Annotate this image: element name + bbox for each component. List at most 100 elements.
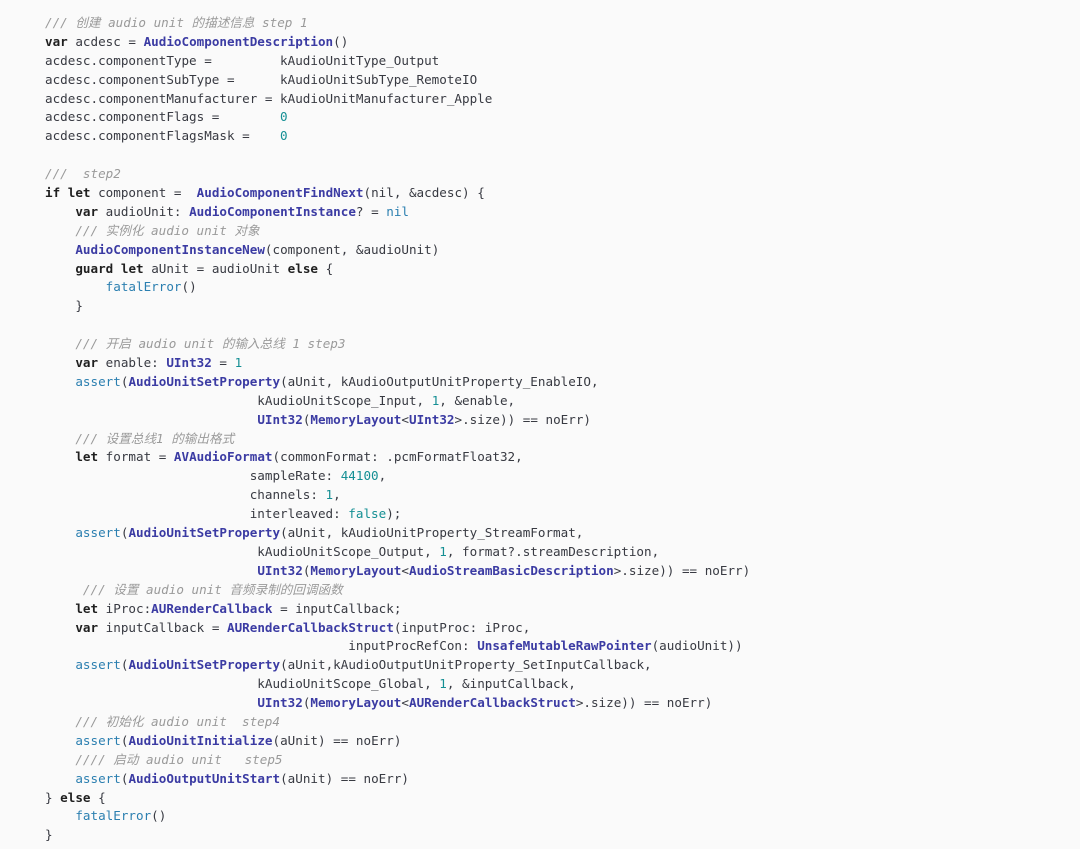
code-token-kw: if <box>45 185 61 201</box>
code-line: /// 创建 audio unit 的描述信息 step 1 <box>45 14 1080 33</box>
code-line: kAudioUnitScope_Input, 1, &enable, <box>45 392 1080 411</box>
code-line: /// 实例化 audio unit 对象 <box>45 222 1080 241</box>
code-token-comment: /// 初始化 audio unit step4 <box>75 713 280 729</box>
code-line: } <box>45 297 1080 316</box>
code-lines: /// 创建 audio unit 的描述信息 step 1 var acdesc… <box>45 14 1080 845</box>
code-token-type: AudioUnitSetProperty <box>128 373 281 389</box>
code-line: UInt32(MemoryLayout<AudioStreamBasicDesc… <box>45 562 1080 581</box>
code-token-plain: } <box>45 827 53 843</box>
code-token-plain: } <box>45 789 61 805</box>
code-token-plain: ); <box>386 506 402 522</box>
code-line: /// 初始化 audio unit step4 <box>45 713 1080 732</box>
code-line: assert(AudioUnitSetProperty(aUnit, kAudi… <box>45 524 1080 543</box>
code-line: acdesc.componentSubType = kAudioUnitSubT… <box>45 71 1080 90</box>
code-line: channels: 1, <box>45 486 1080 505</box>
code-token-type: UInt32 <box>166 355 212 371</box>
code-token-plain: format = <box>98 449 174 465</box>
code-token-plain: = <box>211 355 235 371</box>
code-token-plain: ? = <box>355 203 387 219</box>
code-line: acdesc.componentType = kAudioUnitType_Ou… <box>45 52 1080 71</box>
code-token-plain: acdesc.componentType = kAudioUnitType_Ou… <box>45 52 440 68</box>
code-token-kw: let <box>75 600 99 616</box>
code-token-plain: acdesc.componentManufacturer = kAudioUni… <box>45 90 493 106</box>
code-token-plain: , <box>378 468 387 484</box>
code-token-plain: } <box>45 298 83 314</box>
code-line: kAudioUnitScope_Output, 1, format?.strea… <box>45 543 1080 562</box>
code-token-plain: = inputCallback; <box>272 600 402 616</box>
code-token-plain: component = <box>90 185 197 201</box>
code-token-plain: { <box>318 260 334 276</box>
code-token-type: AURenderCallbackStruct <box>227 619 394 635</box>
code-token-plain: aUnit = audioUnit <box>143 260 288 276</box>
code-line: assert(AudioOutputUnitStart(aUnit) == no… <box>45 770 1080 789</box>
code-token-call: fatalError <box>75 808 152 824</box>
code-line: //// 启动 audio unit step5 <box>45 751 1080 770</box>
code-line: let format = AVAudioFormat(commonFormat:… <box>45 448 1080 467</box>
code-token-comment: /// 设置 audio unit 音频录制的回调函数 <box>82 581 343 597</box>
code-line: var acdesc = AudioComponentDescription() <box>45 33 1080 52</box>
code-token-kw: let <box>75 449 99 465</box>
code-token-type: AudioComponentFindNext <box>196 185 364 201</box>
code-token-plain: >.size)) == noErr) <box>575 695 713 711</box>
code-token-call: assert <box>75 525 121 541</box>
code-token-kw: var <box>75 355 99 371</box>
code-token-num: 1 <box>325 487 334 503</box>
code-token-num: false <box>348 506 387 522</box>
code-token-type: UnsafeMutableRawPointer <box>477 638 652 654</box>
code-line: var enable: UInt32 = 1 <box>45 354 1080 373</box>
code-token-plain: < <box>401 411 409 427</box>
code-token-call: assert <box>75 657 121 673</box>
code-token-comment: /// step2 <box>45 166 121 182</box>
code-token-type: AudioUnitInitialize <box>128 732 273 748</box>
code-token-plain: acdesc.componentSubType = kAudioUnitSubT… <box>45 71 478 87</box>
code-token-plain: acdesc = <box>67 33 144 49</box>
code-token-plain: () <box>181 279 197 295</box>
code-token-type: UInt32 <box>257 411 303 427</box>
code-line: fatalError() <box>45 807 1080 826</box>
code-token-comment: /// 创建 audio unit 的描述信息 step 1 <box>45 15 308 30</box>
code-token-plain: acdesc.componentFlagsMask = <box>45 128 281 144</box>
code-line: guard let aUnit = audioUnit else { <box>45 260 1080 279</box>
code-token-plain: (aUnit) == noErr) <box>280 770 409 786</box>
code-token-num: 44100 <box>340 468 379 484</box>
code-line: UInt32(MemoryLayout<AURenderCallbackStru… <box>45 694 1080 713</box>
code-token-type: UInt32 <box>257 562 303 578</box>
code-line: UInt32(MemoryLayout<UInt32>.size)) == no… <box>45 411 1080 430</box>
code-token-kw: var <box>45 33 68 49</box>
code-token-plain: , &inputCallback, <box>446 676 576 692</box>
code-token-call: nil <box>386 203 409 219</box>
code-token-type: UInt32 <box>257 695 303 711</box>
code-token-plain: iProc: <box>98 600 152 616</box>
code-token-plain: < <box>401 695 409 711</box>
code-token-type: MemoryLayout <box>310 695 402 711</box>
code-token-type: AudioUnitSetProperty <box>128 657 281 673</box>
code-token-type: AVAudioFormat <box>173 449 273 465</box>
code-line: interleaved: false); <box>45 505 1080 524</box>
code-token-type: MemoryLayout <box>310 411 402 427</box>
code-token-plain: (aUnit, kAudioUnitProperty_StreamFormat, <box>280 525 584 541</box>
code-token-plain: inputCallback = <box>98 619 227 635</box>
code-line: var audioUnit: AudioComponentInstance? =… <box>45 203 1080 222</box>
code-token-kw: var <box>75 203 99 219</box>
code-token-num: 1 <box>234 355 243 371</box>
code-token-type: MemoryLayout <box>310 562 402 578</box>
code-token-plain: , format?.streamDescription, <box>446 543 660 559</box>
code-line: sampleRate: 44100, <box>45 467 1080 486</box>
code-token-comment: /// 实例化 audio unit 对象 <box>75 222 260 238</box>
